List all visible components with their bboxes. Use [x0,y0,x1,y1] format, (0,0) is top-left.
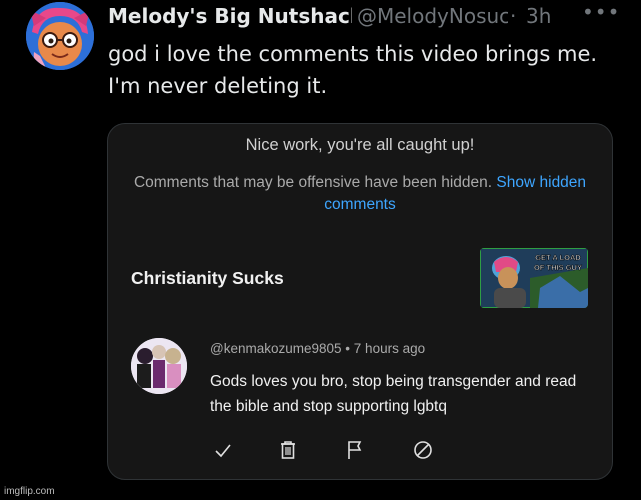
imgflip-watermark: imgflip.com [4,486,55,497]
separator-dot: · [510,4,517,28]
caught-up-message: Nice work, you're all caught up! [245,136,475,154]
thumbnail-caption-line2: OF THIS GUY [534,263,582,272]
profile-avatar[interactable] [26,2,94,70]
display-name[interactable]: Melody's Big Nutshack [108,4,352,28]
thumbnail-caption-line1: GET A LOAD [535,253,581,262]
comment-meta: @kenmakozume9805 • 7 hours ago [210,341,425,356]
comment-author[interactable]: @kenmakozume9805 [210,341,342,356]
tweet-header: Melody's Big Nutshack @MelodyNosuchthing… [108,4,618,32]
tweet-text: god i love the comments this video bring… [108,42,598,98]
embedded-image-card[interactable]: Nice work, you're all caught up! Comment… [107,123,613,480]
comment-text: Gods loves you bro, stop being transgend… [210,373,577,415]
video-title[interactable]: Christianity Sucks [131,268,284,289]
commenter-avatar[interactable] [131,338,187,394]
block-icon [414,441,432,459]
hidden-notice-text: Comments that may be offensive have been… [133,174,493,191]
user-handle[interactable]: @MelodyNosuchthing [357,4,508,28]
commenter-avatar-image [131,338,187,394]
comment-time: 7 hours ago [353,341,426,356]
avatar-illustration [26,2,94,70]
checkmark-icon [215,444,231,458]
video-thumbnail[interactable]: GET A LOAD OF THIS GUY [480,248,588,308]
hidden-comments-notice: Comments that may be offensive have been… [128,172,592,216]
more-options-icon[interactable]: ••• [582,4,618,24]
post-time[interactable]: 3h [526,4,551,28]
remove-button[interactable] [276,438,300,462]
trash-icon [281,441,295,459]
report-button[interactable] [343,438,367,462]
thumbnail-image: GET A LOAD OF THIS GUY [480,248,588,308]
block-button[interactable] [411,438,435,462]
approve-button[interactable] [211,438,235,462]
flag-icon [348,441,362,459]
comment-separator: • [345,341,351,356]
